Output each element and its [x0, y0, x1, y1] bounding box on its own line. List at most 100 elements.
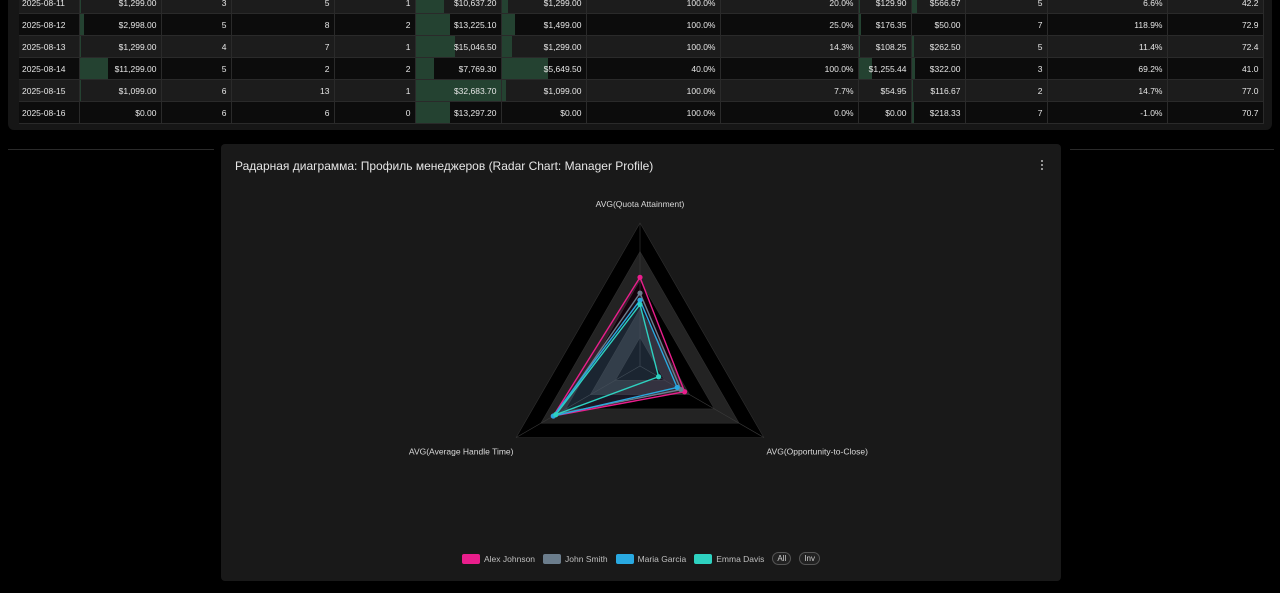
cell-text: $108.25 [875, 41, 907, 52]
cell-value-bar [79, 36, 82, 57]
divider-left [8, 149, 214, 150]
cell-text: 100.0% [686, 107, 716, 118]
table-cell: 7 [965, 101, 1048, 124]
cell-value-bar [415, 0, 444, 13]
cell-text: 0 [405, 107, 411, 118]
table-cell: 8 [231, 13, 335, 36]
cell-text: 100.0% [686, 19, 716, 30]
table-cell: 72.9 [1167, 13, 1264, 36]
date-cell: 2025-08-14 [19, 57, 80, 80]
cell-text: 14.7% [1138, 85, 1163, 96]
cell-text: $1,099.00 [118, 85, 157, 96]
table-cell: 6 [161, 101, 232, 124]
table-cell: 1 [334, 79, 416, 102]
cell-text: $1,299.00 [118, 41, 157, 52]
cell-value-bar [415, 102, 451, 123]
table-cell: $32,683.70 [415, 79, 502, 102]
cell-text: $32,683.70 [453, 85, 497, 96]
legend-all-button[interactable]: All [772, 552, 792, 565]
cell-text: 8 [324, 19, 330, 30]
cell-text: 69.2% [1138, 63, 1163, 74]
table-cell: $218.33 [911, 101, 966, 124]
cell-text: $11,299.00 [114, 63, 157, 74]
cell-value-bar [79, 14, 85, 35]
cell-text: 2025-08-13 [22, 41, 66, 52]
cell-text: 100.0% [824, 63, 854, 74]
cell-text: $566.67 [929, 0, 961, 8]
cell-value-bar [911, 80, 913, 101]
table-cell: $322.00 [911, 57, 966, 80]
cell-value-bar [501, 14, 515, 35]
cell-value-bar [858, 0, 860, 13]
cell-text: 2025-08-16 [22, 107, 66, 118]
table-cell: $13,297.20 [415, 101, 502, 124]
cell-text: $5,649.50 [543, 63, 582, 74]
legend-item[interactable]: Alex Johnson [462, 553, 535, 564]
data-table-panel: 2025-08-11 $1,299.00 3 5 1 $10,637.20 $1,299.0… [8, 0, 1272, 130]
table-cell: 72.4 [1167, 35, 1264, 58]
cell-text: 7 [324, 41, 330, 52]
legend-item[interactable]: John Smith [543, 553, 608, 564]
date-cell: 2025-08-12 [19, 13, 80, 36]
cell-text: $322.00 [929, 63, 961, 74]
legend-invert-button[interactable]: Inv [799, 552, 820, 565]
table-cell: 7.7% [720, 79, 859, 102]
table-cell: 2 [965, 79, 1048, 102]
cell-value-bar [858, 36, 861, 57]
cell-text: 100.0% [686, 0, 716, 8]
table-cell: 100.0% [586, 0, 721, 14]
cell-text: 3 [221, 0, 227, 8]
cell-text: $129.90 [875, 0, 907, 8]
cell-text: 5 [221, 63, 227, 74]
cell-text: 77.0 [1241, 85, 1259, 96]
table-cell: $566.67 [911, 0, 966, 14]
table-cell: 20.0% [720, 0, 859, 14]
table-cell: 100.0% [586, 101, 721, 124]
cell-value-bar [79, 80, 82, 101]
table-cell: $1,255.44 [858, 57, 912, 80]
table-cell: 40.0% [586, 57, 721, 80]
cell-text: $1,499.00 [543, 19, 582, 30]
cell-text: $50.00 [934, 19, 961, 30]
legend-label: Maria Garcia [637, 553, 687, 564]
cell-text: $1,255.44 [868, 63, 907, 74]
legend-label: Emma Davis [716, 553, 765, 564]
table-row: 2025-08-12 $2,998.00 5 8 2 $13,225.10 $1,499.0… [19, 13, 1264, 36]
legend-item[interactable]: Emma Davis [694, 553, 765, 564]
cell-text: 5 [324, 0, 330, 8]
table-cell: 100.0% [586, 13, 721, 36]
cell-text: 70.7 [1241, 107, 1259, 118]
table-cell: 5 [161, 13, 232, 36]
radar-axis-label: AVG(Quota Attainment) [596, 199, 685, 209]
cell-text: 40.0% [691, 63, 716, 74]
date-cell: 2025-08-15 [19, 79, 80, 102]
table-cell: 6 [161, 79, 232, 102]
radar-data-point [637, 274, 643, 280]
cell-text: $1,299.00 [543, 41, 582, 52]
cell-text: 13 [320, 85, 330, 96]
cell-text: -1.0% [1140, 107, 1163, 118]
cell-text: 2025-08-14 [22, 63, 66, 74]
table-cell: 5 [161, 57, 232, 80]
legend-swatch [615, 553, 634, 564]
table-cell: 70.7 [1167, 101, 1264, 124]
table-cell: $1,099.00 [79, 79, 162, 102]
table-cell: $54.95 [858, 79, 912, 102]
date-cell: 2025-08-11 [19, 0, 80, 14]
cell-value-bar [79, 58, 108, 79]
table-cell: $11,299.00 [79, 57, 162, 80]
table-cell: 5 [965, 35, 1048, 58]
cell-text: 6.6% [1143, 0, 1163, 8]
table-row: 2025-08-16 $0.00 6 6 0 $13,297.20 $0.00 100.0% 0… [19, 101, 1264, 124]
cell-text: 6 [324, 107, 330, 118]
legend-label: John Smith [565, 553, 608, 564]
legend-item[interactable]: Maria Garcia [615, 553, 687, 564]
cell-text: 1 [405, 85, 411, 96]
radar-data-point [655, 374, 662, 380]
table-cell: 13 [231, 79, 335, 102]
cell-text: 3 [1037, 63, 1043, 74]
cell-text: 41.0 [1241, 63, 1259, 74]
table-cell: 1 [334, 35, 416, 58]
cell-text: 25.0% [829, 19, 854, 30]
cell-text: $0.00 [135, 107, 157, 118]
